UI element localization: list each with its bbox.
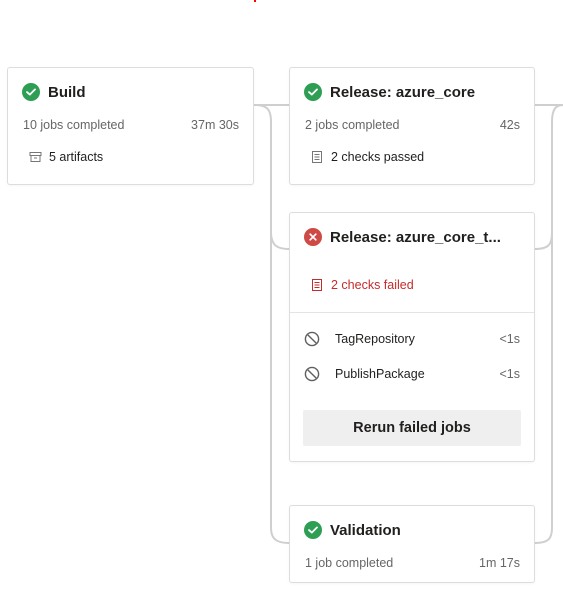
release-azure-core-title[interactable]: Release: azure_core: [330, 84, 475, 101]
build-stage-header: Build: [22, 82, 239, 102]
build-stage-title[interactable]: Build: [48, 84, 86, 101]
build-artifacts-link[interactable]: 5 artifacts: [28, 150, 103, 164]
release-azure-core-t-checks-text: 2 checks failed: [331, 278, 414, 292]
job-duration: <1s: [499, 367, 520, 381]
release-azure-core-t-title[interactable]: Release: azure_core_t...: [330, 229, 501, 246]
build-duration: 37m 30s: [191, 118, 239, 132]
release-azure-core-checks-text: 2 checks passed: [331, 150, 425, 164]
stage-divider: [290, 312, 534, 313]
skipped-icon: [304, 331, 320, 347]
release-azure-core-meta: 2 jobs completed 42s: [305, 118, 520, 132]
rerun-failed-jobs-button[interactable]: Rerun failed jobs: [303, 410, 521, 446]
validation-duration: 1m 17s: [479, 556, 520, 570]
validation-stage-meta: 1 job completed 1m 17s: [305, 556, 520, 570]
skipped-icon: [304, 366, 320, 382]
validation-jobs-status: 1 job completed: [305, 556, 394, 570]
build-jobs-status: 10 jobs completed: [23, 118, 125, 132]
build-stage-meta: 10 jobs completed 37m 30s: [23, 118, 239, 132]
check-circle-icon: [22, 83, 40, 101]
build-stage-card[interactable]: Build 10 jobs completed 37m 30s 5 artifa…: [7, 67, 254, 185]
artifact-count: 5 artifacts: [49, 150, 104, 164]
release-azure-core-duration: 42s: [499, 118, 520, 132]
x-circle-icon: [304, 228, 322, 246]
release-azure-core-checks-link[interactable]: 2 checks passed: [310, 150, 424, 164]
job-row-tagrepository[interactable]: TagRepository <1s: [304, 329, 520, 349]
release-azure-core-t-checks-link[interactable]: 2 checks failed: [310, 278, 414, 292]
check-circle-icon: [304, 521, 322, 539]
job-row-publishpackage[interactable]: PublishPackage <1s: [304, 364, 520, 384]
checklist-icon: [310, 150, 324, 164]
check-circle-icon: [304, 83, 322, 101]
checklist-icon: [310, 278, 324, 292]
artifact-icon: [28, 150, 42, 164]
job-name: PublishPackage: [335, 367, 425, 381]
job-duration: <1s: [499, 332, 520, 346]
release-azure-core-t-header: Release: azure_core_t...: [304, 227, 520, 247]
release-azure-core-header: Release: azure_core: [304, 82, 520, 102]
validation-stage-card[interactable]: Validation 1 job completed 1m 17s: [289, 505, 535, 583]
validation-stage-header: Validation: [304, 520, 520, 540]
release-azure-core-stage-card[interactable]: Release: azure_core 2 jobs completed 42s…: [289, 67, 535, 185]
job-name: TagRepository: [335, 332, 415, 346]
validation-stage-title[interactable]: Validation: [330, 522, 401, 539]
release-azure-core-jobs-status: 2 jobs completed: [305, 118, 400, 132]
release-azure-core-t-stage-card[interactable]: Release: azure_core_t... 2 checks failed…: [289, 212, 535, 462]
